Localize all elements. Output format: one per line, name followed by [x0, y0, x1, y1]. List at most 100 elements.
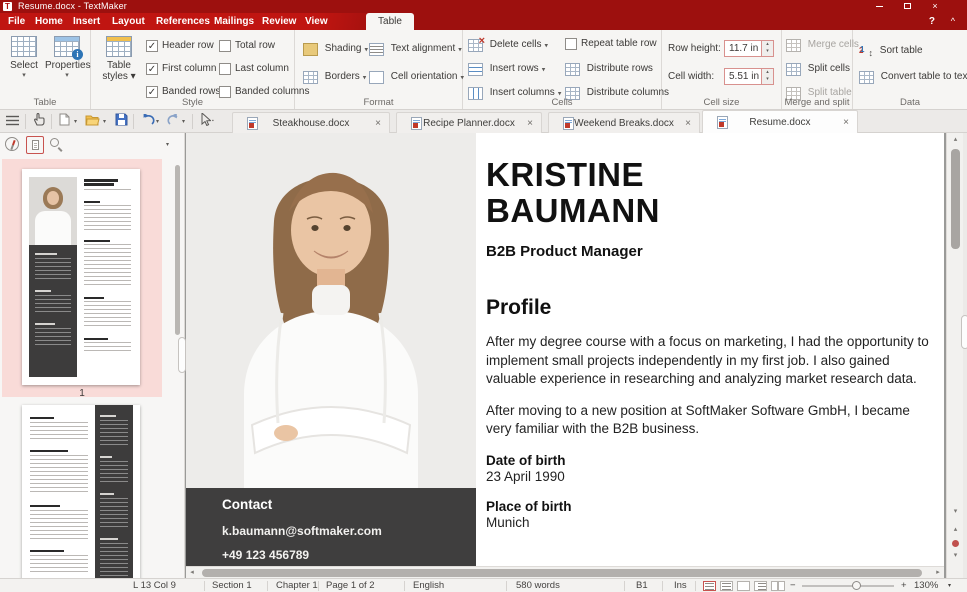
- menu-mailings[interactable]: Mailings: [214, 13, 254, 30]
- close-button[interactable]: ×: [923, 0, 947, 13]
- page-thumbnails-button[interactable]: [26, 136, 44, 154]
- continuous-view-icon[interactable]: [754, 581, 767, 591]
- redo-button[interactable]: [165, 113, 182, 130]
- menu-references[interactable]: References: [156, 13, 210, 30]
- checkbox-first-column[interactable]: ✓First column: [146, 62, 216, 78]
- next-object-icon[interactable]: ▾: [947, 549, 964, 563]
- page-thumbnail-2[interactable]: [22, 405, 140, 592]
- object-mode-button[interactable]: [4, 136, 22, 154]
- page-indicator[interactable]: Page 1 of 2: [326, 579, 375, 592]
- help-button[interactable]: ?: [929, 13, 935, 30]
- language-indicator[interactable]: English: [413, 579, 444, 592]
- close-tab-icon[interactable]: ×: [843, 111, 849, 134]
- insert-mode-indicator[interactable]: Ins: [674, 579, 687, 592]
- sidebar-search-button[interactable]: [48, 136, 66, 154]
- paragraph-style-indicator[interactable]: B1: [636, 579, 648, 592]
- mini-heading: [35, 253, 57, 255]
- zoom-slider-track[interactable]: [802, 585, 894, 587]
- undo-button[interactable]: [139, 113, 156, 130]
- mini-lines: [35, 295, 71, 313]
- browse-object-icon[interactable]: [952, 540, 959, 547]
- sidebar-scrollbar-thumb[interactable]: [175, 165, 180, 335]
- select-button[interactable]: Select ▾: [2, 33, 46, 101]
- standard-view-icon[interactable]: [720, 581, 733, 591]
- object-select-caret-icon[interactable]: ▪: [212, 118, 214, 124]
- split-cells-button[interactable]: Split cells: [786, 60, 853, 78]
- mini-lines: [100, 461, 128, 483]
- row-height-input[interactable]: 11.7 in ▴▾: [724, 40, 774, 57]
- cell-width-spinner[interactable]: ▴▾: [761, 69, 773, 84]
- reading-view-icon[interactable]: [771, 581, 784, 591]
- menu-insert[interactable]: Insert: [73, 13, 100, 30]
- touch-mode-button[interactable]: [30, 113, 47, 130]
- collapse-ribbon-button[interactable]: ^: [951, 13, 955, 30]
- word-count[interactable]: 580 words: [516, 579, 560, 592]
- vertical-scrollbar-thumb[interactable]: [951, 149, 960, 249]
- menu-view[interactable]: View: [305, 13, 328, 30]
- properties-button[interactable]: i Properties ▾: [45, 33, 89, 101]
- undo-caret-icon[interactable]: ▾: [156, 118, 159, 125]
- menu-layout[interactable]: Layout: [112, 13, 145, 30]
- doctab-recipe-planner[interactable]: Recipe Planner.docx ×: [396, 112, 542, 133]
- menu-file[interactable]: File: [8, 13, 25, 30]
- insert-rows-button[interactable]: Insert rows▾: [468, 60, 545, 78]
- save-button[interactable]: [113, 113, 130, 130]
- cell-width-input[interactable]: 5.51 in ▴▾: [724, 68, 774, 85]
- doctab-resume-active[interactable]: Resume.docx ×: [702, 110, 858, 133]
- distribute-rows-button[interactable]: Distribute rows: [565, 60, 656, 78]
- open-file-caret-icon[interactable]: ▾: [103, 118, 106, 125]
- ribbon-group-cell-size: Row height: 11.7 in ▴▾ Cell width: 5.51 …: [662, 30, 782, 109]
- zoom-options-caret-icon[interactable]: ▾: [948, 580, 951, 592]
- checkbox-repeat-table-row[interactable]: Repeat table row: [565, 37, 657, 53]
- draft-view-icon[interactable]: [703, 581, 716, 591]
- section-indicator[interactable]: Section 1: [212, 579, 252, 592]
- page-layout-view-icon[interactable]: [737, 581, 750, 591]
- scroll-up-icon[interactable]: ▴: [947, 133, 964, 147]
- open-file-button[interactable]: [84, 113, 101, 130]
- convert-table-to-text-button[interactable]: Convert table to text: [859, 68, 967, 86]
- zoom-slider-knob[interactable]: [852, 581, 861, 590]
- close-tab-icon[interactable]: ×: [685, 113, 691, 134]
- previous-object-icon[interactable]: ▴: [947, 523, 964, 537]
- redo-caret-icon[interactable]: ▾: [182, 118, 185, 125]
- sidebar-collapse-handle[interactable]: [178, 337, 186, 373]
- menu-home[interactable]: Home: [35, 13, 63, 30]
- sidebar-options-caret-icon[interactable]: ▾: [166, 141, 169, 148]
- checkbox-total-row[interactable]: Total row: [219, 39, 275, 55]
- chapter-indicator[interactable]: Chapter 1: [276, 579, 318, 592]
- doctab-steakhouse[interactable]: Steakhouse.docx ×: [232, 112, 390, 133]
- new-document-caret-icon[interactable]: ▾: [74, 118, 77, 125]
- sort-table-button[interactable]: 21↕ Sort table: [859, 42, 926, 60]
- table-styles-button[interactable]: Table styles ▾: [97, 33, 141, 101]
- right-panel-handle[interactable]: [961, 315, 967, 349]
- delete-cells-button[interactable]: × Delete cells▾: [468, 36, 548, 54]
- scroll-down-icon[interactable]: ▾: [947, 505, 964, 519]
- page-thumbnail-1[interactable]: [22, 169, 140, 385]
- borders-button[interactable]: Borders▾: [303, 68, 366, 86]
- tab-table-contextual[interactable]: Table: [366, 13, 414, 30]
- maximize-button[interactable]: [895, 0, 919, 13]
- vertical-scrollbar[interactable]: ▴ ▾ ▴ ▾: [946, 133, 963, 578]
- horizontal-scrollbar[interactable]: ◂ ▸: [186, 566, 944, 578]
- cursor-position[interactable]: L 13 Col 9: [133, 579, 176, 592]
- close-tab-icon[interactable]: ×: [527, 113, 533, 134]
- zoom-out-button[interactable]: −: [790, 579, 796, 592]
- close-tab-icon[interactable]: ×: [375, 113, 381, 134]
- shading-button[interactable]: Shading▾: [303, 40, 368, 58]
- mini-heading: [100, 538, 118, 540]
- menu-review[interactable]: Review: [262, 13, 296, 30]
- new-document-button[interactable]: [56, 113, 73, 130]
- document-page[interactable]: Contact k.baumann@softmaker.com +49 123 …: [186, 133, 944, 578]
- resume-photo[interactable]: [186, 133, 476, 488]
- doctab-weekend-breaks[interactable]: Weekend Breaks.docx ×: [548, 112, 700, 133]
- horizontal-scrollbar-thumb[interactable]: [202, 569, 922, 577]
- minimize-button[interactable]: [867, 0, 891, 13]
- zoom-level[interactable]: 130%: [914, 579, 938, 592]
- checkbox-header-row[interactable]: ✓Header row: [146, 39, 214, 55]
- row-height-spinner[interactable]: ▴▾: [761, 41, 773, 56]
- sidebar-menu-icon[interactable]: [4, 113, 21, 130]
- checkbox-last-column[interactable]: Last column: [219, 62, 289, 78]
- cell-orientation-button[interactable]: Cell orientation▾: [369, 68, 464, 86]
- text-alignment-button[interactable]: Text alignment▾: [369, 40, 462, 58]
- zoom-in-button[interactable]: +: [901, 579, 907, 592]
